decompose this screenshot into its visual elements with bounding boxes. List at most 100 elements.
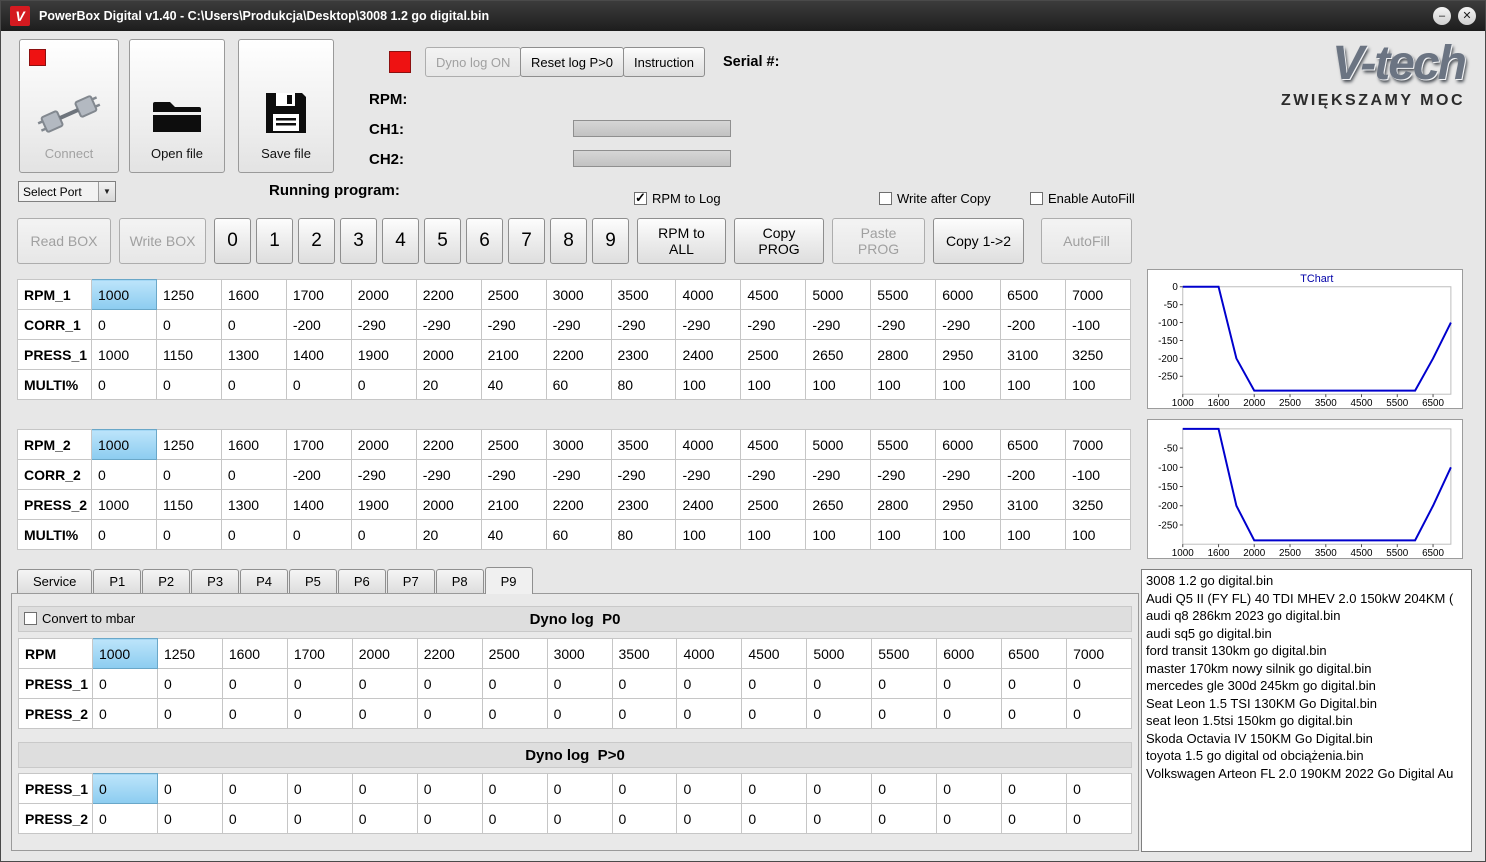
cell[interactable]: 0 — [481, 773, 548, 804]
cell[interactable]: 3500 — [611, 638, 678, 669]
cell[interactable]: 0 — [1066, 698, 1132, 729]
cell[interactable]: -290 — [740, 459, 807, 490]
cell[interactable]: 0 — [546, 668, 613, 699]
cell[interactable]: 2000 — [415, 489, 482, 520]
cell[interactable]: 0 — [91, 519, 157, 550]
cell[interactable]: 0 — [350, 519, 417, 550]
cell[interactable]: 1900 — [350, 489, 417, 520]
cell[interactable]: -290 — [935, 309, 1002, 340]
cell[interactable]: -290 — [870, 309, 937, 340]
cell[interactable]: 1700 — [285, 429, 352, 460]
cell[interactable]: 1400 — [285, 339, 352, 370]
cell[interactable]: 2650 — [805, 489, 872, 520]
cell[interactable]: 0 — [611, 803, 678, 834]
cell[interactable]: 80 — [610, 369, 677, 400]
cell[interactable]: 2950 — [935, 339, 1002, 370]
cell[interactable]: 100 — [805, 369, 872, 400]
cell[interactable]: 40 — [480, 369, 547, 400]
cell[interactable]: 4500 — [740, 429, 807, 460]
cell[interactable]: 2000 — [415, 339, 482, 370]
cell[interactable]: 6000 — [936, 638, 1003, 669]
cell[interactable]: 0 — [1066, 773, 1132, 804]
cell[interactable]: 0 — [676, 803, 743, 834]
cell[interactable]: 5000 — [806, 638, 873, 669]
cell[interactable]: 100 — [870, 369, 937, 400]
cell[interactable]: 2000 — [350, 429, 417, 460]
cell[interactable]: -290 — [545, 459, 612, 490]
cell[interactable]: 1150 — [155, 339, 222, 370]
cell[interactable]: 100 — [935, 519, 1002, 550]
cell[interactable]: 0 — [220, 369, 287, 400]
cell[interactable]: -290 — [350, 309, 417, 340]
cell[interactable]: 0 — [220, 519, 287, 550]
cell[interactable]: 4000 — [676, 638, 743, 669]
file-list-item[interactable]: seat leon 1.5tsi 150km go digital.bin — [1142, 712, 1471, 730]
cell[interactable]: 1250 — [156, 638, 223, 669]
cell[interactable]: 0 — [611, 668, 678, 699]
cell[interactable]: 0 — [156, 803, 223, 834]
file-list-item[interactable]: ford transit 130km go digital.bin — [1142, 642, 1471, 660]
cell[interactable]: 0 — [871, 698, 938, 729]
tab-p1[interactable]: P1 — [93, 569, 142, 594]
cell[interactable]: 0 — [351, 698, 418, 729]
cell[interactable]: 1700 — [286, 638, 353, 669]
cell[interactable]: 3250 — [1065, 489, 1131, 520]
cell[interactable]: 7000 — [1065, 429, 1131, 460]
tab-service[interactable]: Service — [17, 569, 93, 594]
cell[interactable]: 0 — [286, 668, 353, 699]
cell[interactable]: 0 — [221, 773, 288, 804]
cell[interactable]: 0 — [351, 773, 418, 804]
cell[interactable]: 0 — [936, 698, 1003, 729]
cell[interactable]: 3000 — [546, 638, 613, 669]
tab-p3[interactable]: P3 — [191, 569, 240, 594]
cell[interactable]: 0 — [285, 519, 352, 550]
cell[interactable]: 3000 — [545, 279, 612, 310]
file-list-item[interactable]: Volkswagen Arteon FL 2.0 190KM 2022 Go D… — [1142, 765, 1471, 783]
chevron-down-icon[interactable]: ▼ — [98, 182, 115, 201]
dyno-log-on-button[interactable]: Dyno log ON — [425, 47, 522, 77]
cell[interactable]: 0 — [676, 698, 743, 729]
cell[interactable]: 100 — [1065, 369, 1131, 400]
cell[interactable]: -290 — [805, 459, 872, 490]
cell[interactable]: 6500 — [1000, 279, 1067, 310]
write-box-button[interactable]: Write BOX — [119, 218, 206, 264]
cell[interactable]: 0 — [936, 803, 1003, 834]
cell[interactable]: 0 — [220, 309, 287, 340]
cell[interactable]: 0 — [676, 668, 743, 699]
file-list-item[interactable]: 3008 1.2 go digital.bin — [1142, 572, 1471, 590]
cell[interactable]: 100 — [1000, 519, 1067, 550]
cell[interactable]: 0 — [871, 668, 938, 699]
cell[interactable]: 0 — [611, 773, 678, 804]
cell[interactable]: 1900 — [350, 339, 417, 370]
cell[interactable]: 3250 — [1065, 339, 1131, 370]
tab-p9[interactable]: P9 — [484, 567, 533, 594]
cell[interactable]: 0 — [1066, 803, 1132, 834]
cell[interactable]: 1250 — [155, 279, 222, 310]
program-button-2[interactable]: 2 — [298, 218, 335, 264]
cell[interactable]: 2200 — [545, 489, 612, 520]
cell[interactable]: -200 — [285, 459, 352, 490]
cell[interactable]: 2200 — [416, 638, 483, 669]
cell[interactable]: 0 — [286, 698, 353, 729]
cell[interactable]: 0 — [92, 698, 158, 729]
tab-p4[interactable]: P4 — [240, 569, 288, 594]
cell[interactable]: 0 — [220, 459, 287, 490]
cell[interactable]: 0 — [741, 698, 808, 729]
cell[interactable]: 40 — [480, 519, 547, 550]
cell[interactable]: -200 — [285, 309, 352, 340]
connect-button[interactable]: Connect — [19, 39, 119, 173]
checkbox-box[interactable] — [879, 192, 892, 205]
cell[interactable]: 0 — [351, 668, 418, 699]
cell[interactable]: 0 — [546, 803, 613, 834]
file-list-item[interactable]: toyota 1.5 go digital od obciążenia.bin — [1142, 747, 1471, 765]
cell[interactable]: 0 — [155, 459, 222, 490]
cell[interactable]: -290 — [415, 459, 482, 490]
cell[interactable]: 0 — [286, 803, 353, 834]
cell[interactable]: 3500 — [610, 429, 677, 460]
write-after-copy-checkbox[interactable]: Write after Copy — [879, 191, 991, 206]
cell[interactable]: 1300 — [220, 489, 287, 520]
cell[interactable]: -290 — [480, 459, 547, 490]
copy-prog-button[interactable]: Copy PROG — [734, 218, 824, 264]
cell[interactable]: 0 — [546, 698, 613, 729]
cell[interactable]: 6000 — [935, 279, 1002, 310]
